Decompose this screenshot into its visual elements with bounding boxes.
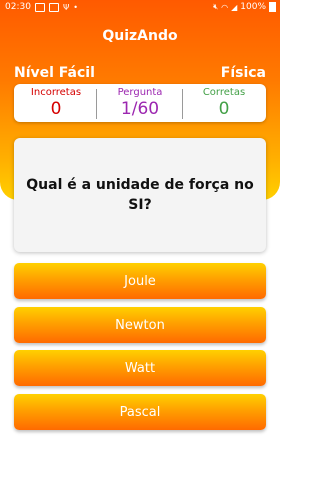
right-label: Corretas [202,87,246,98]
answer-button-newton[interactable]: Newton [14,307,266,343]
mail-icon [48,2,59,12]
answer-button-joule[interactable]: Joule [14,263,266,299]
wrong-label: Incorretas [30,87,82,98]
app-title: QuizAndo [102,28,178,44]
question-counter: Pergunta 1/60 [98,84,182,122]
question-value: 1/60 [120,99,160,119]
level-label: Nível Fácil [14,65,95,81]
question-card: Qual é a unidade de força no SI? [14,138,266,252]
score-card: Incorretas 0 Pergunta 1/60 Corretas 0 [14,84,266,122]
mute-icon: 🔇︎ [213,2,219,11]
battery-percent: 100% [240,2,266,12]
answer-button-watt[interactable]: Watt [14,350,266,386]
wifi-icon: ◠ [221,2,229,12]
wrong-value: 0 [50,99,62,119]
wrong-count: Incorretas 0 [14,84,98,122]
subject-label: Física [220,65,266,81]
question-label: Pergunta [117,87,163,98]
right-value: 0 [218,99,230,119]
question-text: Qual é a unidade de força no SI? [26,176,254,213]
status-bar: 02:30 Ψ • 🔇︎ ◠ ◢ 100% [0,0,280,16]
battery-icon [269,2,276,12]
antenna-icon: Ψ [62,2,70,12]
right-count: Corretas 0 [182,84,266,122]
message-icon [34,2,45,12]
signal-icon: ◢ [231,2,238,12]
status-bar-right: 🔇︎ ◠ ◢ 100% [213,2,276,12]
status-bar-left: 02:30 Ψ • [5,2,78,12]
status-time: 02:30 [5,2,31,12]
answer-button-pascal[interactable]: Pascal [14,394,266,430]
dot-icon: • [73,2,78,12]
score-divider [96,89,97,119]
